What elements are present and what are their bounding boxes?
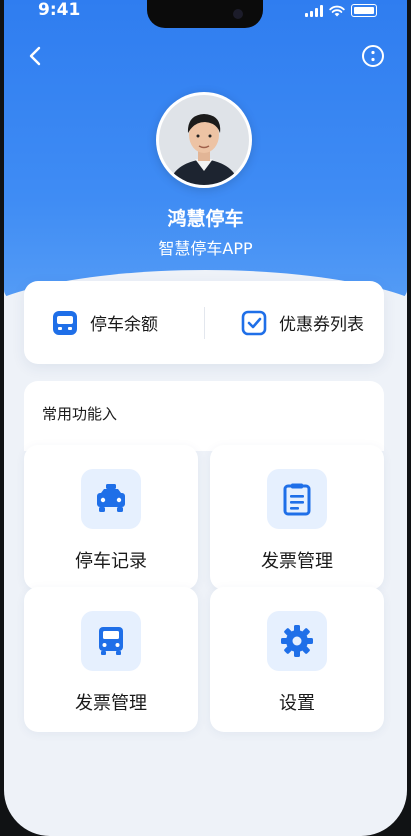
- functions-panel: 常用功能入 停车记录 发票管理 发票管理 设置: [24, 381, 384, 751]
- profile-subtitle: 智慧停车APP: [158, 239, 253, 258]
- tile-label: 发票管理: [75, 693, 147, 714]
- status-time: 9:41: [38, 0, 81, 20]
- battery-icon: [351, 4, 377, 17]
- camera-icon: [233, 9, 243, 19]
- profile-name: 鸿慧停车: [167, 208, 244, 230]
- phone-screen: 9:41 鸿慧停车 智慧停车APP 停车余额 优惠券列表 常用功能入 停车记录 …: [4, 0, 407, 836]
- coupon-list-label: 优惠券列表: [279, 315, 364, 335]
- tile-label: 设置: [279, 693, 315, 714]
- avatar[interactable]: [156, 92, 252, 188]
- gear-icon: [281, 625, 313, 657]
- balance-bar: 停车余额 优惠券列表: [24, 281, 384, 364]
- functions-title: 常用功能入: [42, 405, 118, 423]
- more-options-icon[interactable]: [361, 44, 385, 68]
- back-arrow-icon[interactable]: [24, 44, 48, 68]
- tile-label: 停车记录: [75, 551, 147, 572]
- tile-parking-records[interactable]: 停车记录: [24, 445, 198, 590]
- car-icon: [97, 484, 125, 512]
- bus-icon: [99, 627, 123, 655]
- document-icon: [283, 483, 311, 516]
- tile-settings[interactable]: 设置: [210, 587, 384, 732]
- camera-notch: [147, 0, 263, 28]
- user-portrait-icon: [159, 95, 249, 185]
- tile-invoice-management-2[interactable]: 发票管理: [24, 587, 198, 732]
- parking-card-icon: [53, 310, 77, 335]
- wifi-icon: [329, 5, 345, 16]
- tile-label: 发票管理: [261, 551, 333, 572]
- tile-icon-box: [267, 611, 327, 671]
- tile-icon-box: [267, 469, 327, 529]
- parking-balance-label: 停车余额: [90, 315, 158, 335]
- tile-icon-box: [81, 469, 141, 529]
- checklist-icon: [241, 310, 267, 335]
- coupon-list-button[interactable]: 优惠券列表: [241, 281, 364, 364]
- tile-icon-box: [81, 611, 141, 671]
- tile-invoice-management[interactable]: 发票管理: [210, 445, 384, 590]
- system-indicators: [305, 4, 377, 17]
- signal-icon: [305, 4, 323, 17]
- parking-balance-button[interactable]: 停车余额: [52, 281, 158, 364]
- divider: [204, 307, 205, 339]
- status-bar: 9:41: [4, 0, 407, 30]
